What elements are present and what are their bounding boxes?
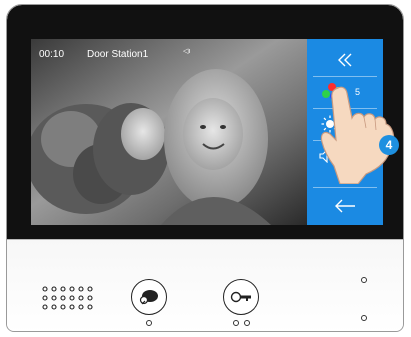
sidebar-divider <box>313 187 377 188</box>
key-icon <box>230 291 251 303</box>
camera-feed <box>31 39 307 225</box>
status-bar: 00:10 Door Station1 ◁ı <box>31 47 307 63</box>
talk-button[interactable] <box>131 279 167 315</box>
call-timer: 00:10 <box>39 49 65 60</box>
talk-bubble-icon <box>139 290 158 305</box>
talk-indicator-led <box>146 320 152 326</box>
speaker-icon: ◁ı <box>183 48 191 55</box>
unlock-button[interactable] <box>223 279 259 315</box>
arrow-left-icon <box>335 199 355 213</box>
double-chevron-left-icon <box>338 53 352 67</box>
pointing-hand-icon <box>320 86 395 184</box>
step-badge: 4 <box>379 135 399 155</box>
back-button[interactable] <box>307 191 383 221</box>
station-name: Door Station1 <box>87 49 149 60</box>
status-led-bottom <box>361 315 367 321</box>
unlock-indicator-led-2 <box>244 320 250 326</box>
status-led-top <box>361 277 367 283</box>
unlock-indicator-led-1 <box>233 320 239 326</box>
collapse-sidebar-button[interactable] <box>307 45 383 75</box>
speaker-grille-icon <box>42 286 93 310</box>
